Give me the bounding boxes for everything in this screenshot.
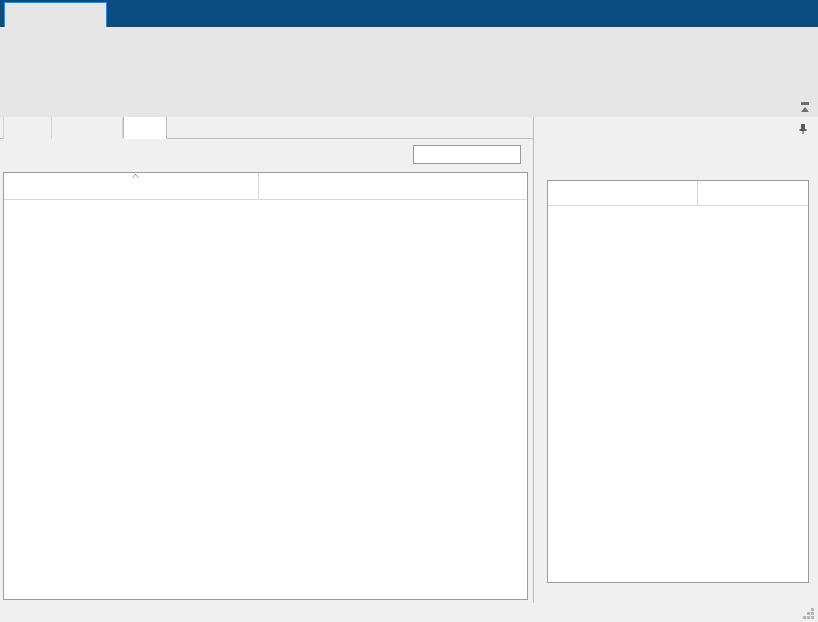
details-pane [533, 117, 818, 603]
title-bar [0, 0, 818, 27]
properties-column-name[interactable] [548, 181, 698, 205]
tab-qos[interactable] [123, 117, 167, 139]
filter-bar [0, 139, 530, 172]
status-bar [0, 603, 818, 622]
ribbon [0, 27, 818, 117]
application-window [0, 0, 818, 622]
qos-tree [3, 172, 528, 600]
sort-ascending-icon [131, 173, 140, 180]
details-header [534, 117, 818, 143]
ribbon-tab-dds-libraries[interactable] [4, 2, 107, 28]
properties-column-value[interactable] [698, 181, 808, 205]
tree-column-headers [4, 173, 527, 200]
properties-table [547, 180, 809, 583]
filter-contents-input[interactable] [413, 145, 521, 164]
tab-domains[interactable] [51, 117, 123, 139]
collapse-ribbon-icon[interactable] [797, 99, 813, 115]
tree-column-qos-type[interactable] [259, 173, 527, 199]
resize-grip-icon[interactable] [803, 608, 814, 619]
properties-column-headers [548, 181, 808, 206]
tree-column-name[interactable] [4, 173, 259, 199]
pin-icon[interactable] [796, 122, 810, 136]
qos-library-pane [0, 139, 530, 603]
